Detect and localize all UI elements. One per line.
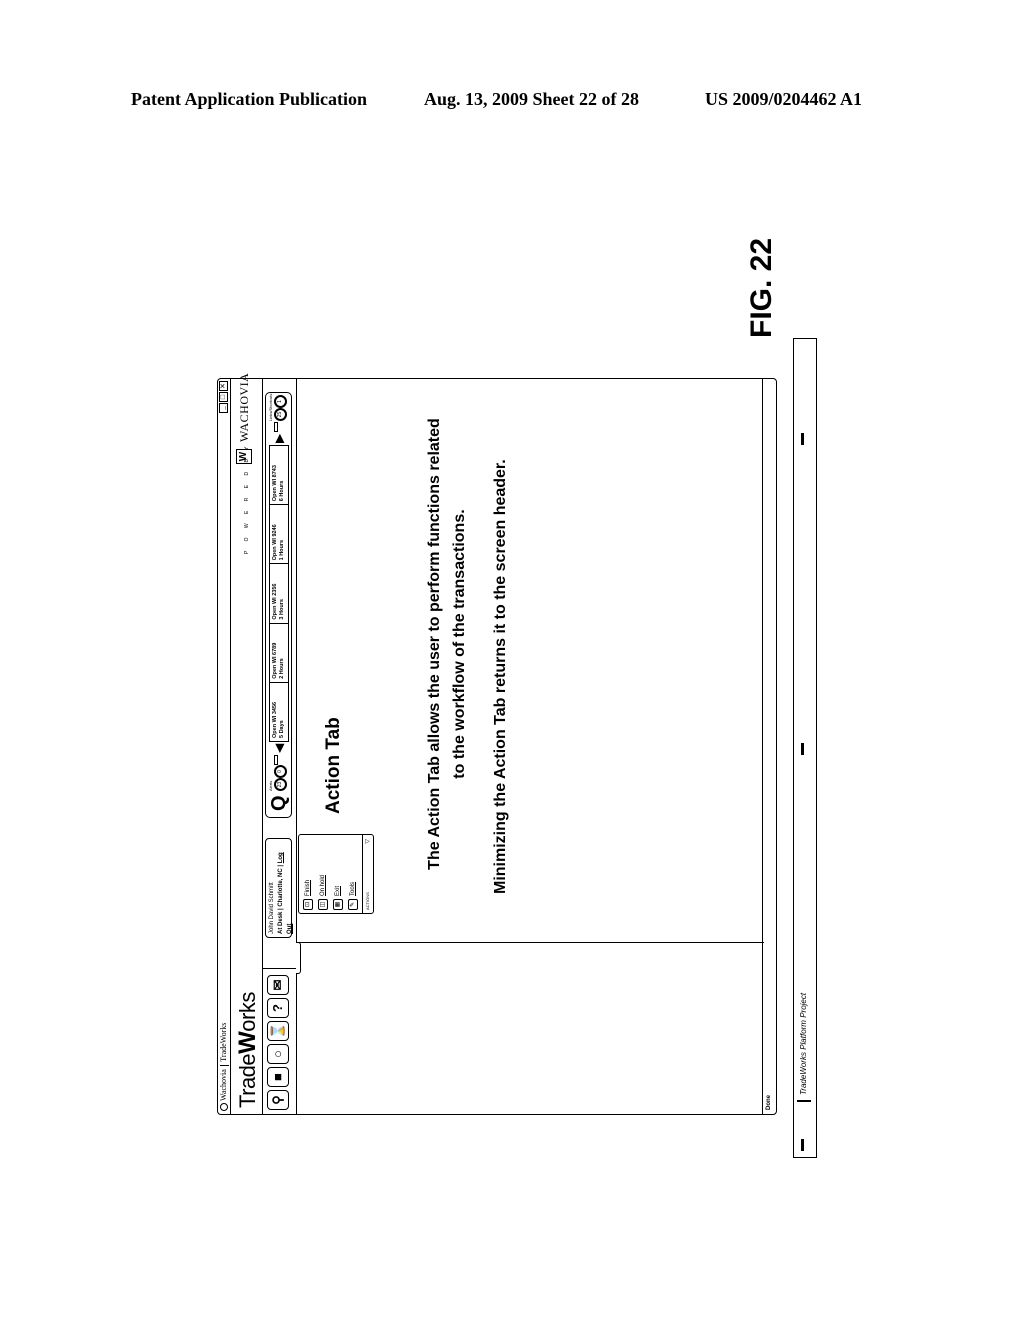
ticker-item-title: Open WI 2356 — [272, 583, 278, 620]
action-on-hold[interactable]: ◫ On hold — [318, 875, 328, 910]
ticker-item-age: 2 Hours — [279, 658, 285, 679]
close-button[interactable]: ✕ — [219, 381, 228, 391]
actions-tab-label: ACTIONS — [365, 892, 370, 910]
on-hold-icon: ◫ — [318, 899, 328, 910]
ticker-item-title: Open WI 8743 — [272, 465, 278, 502]
wachovia-logo-icon: W — [236, 449, 252, 464]
ticker-item[interactable]: Open WI 3456 5 Days — [270, 681, 288, 741]
ticker-item-age: 5 Days — [279, 720, 285, 738]
alerts-label: Alerts — [268, 780, 273, 791]
wachovia-wordmark: WACHOVIA — [237, 372, 251, 442]
content-description: The Action Tab allows the user to perfor… — [426, 418, 468, 870]
logo-trade: Trade — [235, 1053, 260, 1108]
ticker-item-age: 3 Hours — [279, 599, 285, 620]
ticker-scroll-handle[interactable] — [274, 422, 278, 432]
ticker-item-age: 1 Hours — [279, 539, 285, 561]
links-count-bubble[interactable]: 1 — [274, 395, 287, 408]
mail-button[interactable]: ✉ — [267, 975, 289, 995]
ticker-item[interactable]: Open WI 8743 6 Hours — [270, 446, 288, 504]
ticker-item-title: Open WI 9246 — [272, 524, 278, 561]
browser-tab-tradeworks[interactable]: TradeWorks — [218, 1023, 230, 1062]
links-label: Links/Shortcuts — [268, 393, 273, 421]
ticker-item-age: 6 Hours — [279, 480, 285, 502]
left-pane — [296, 942, 764, 1114]
ticker-right-arrow-icon[interactable]: ▶ — [272, 434, 286, 443]
search-tool-button[interactable]: ⚲ — [267, 1090, 289, 1110]
content-title: Action Tab — [323, 717, 344, 814]
tools-icon: ✎ — [348, 899, 358, 910]
user-name: John David Schmitt — [269, 882, 275, 934]
quick-bar: Q Alerts 23 0 ◀ Open WI 3456 5 Days Open … — [265, 392, 292, 818]
browser-tab-wachovia[interactable]: Wachovia — [218, 1069, 230, 1101]
finish-icon: ⊡ — [303, 899, 313, 910]
publication-type: Patent Application Publication — [131, 89, 368, 109]
footer-marker — [801, 433, 804, 445]
toolbar: ⚲ ■ ○ ⌛ ? ✉ John David Schmitt At Desk |… — [262, 379, 297, 1114]
tab-separator — [219, 1064, 229, 1067]
logo-w: W — [234, 1031, 261, 1054]
action-on-hold-label[interactable]: On hold — [320, 875, 326, 896]
action-panel: ⊡ Finish ◫ On hold ▦ Exit ✎ Tools ACTION… — [298, 834, 374, 914]
figure-label: FIG. 22 — [745, 237, 778, 338]
publication-date-sheet: Aug. 13, 2009 Sheet 22 of 28 — [424, 89, 639, 109]
quick-search-icon[interactable]: Q — [267, 795, 291, 811]
alerts-count-bubble[interactable]: 0 — [274, 765, 287, 778]
content-note: Minimizing the Action Tab returns it to … — [492, 459, 509, 894]
pane-tab-notch[interactable] — [296, 942, 301, 974]
ticker-item[interactable]: Open WI 9246 1 Hours — [270, 504, 288, 564]
work-item-ticker: Open WI 3456 5 Days Open WI 6789 2 Hours O… — [269, 445, 289, 742]
ticker-item-title: Open WI 3456 — [272, 701, 278, 738]
stop-tool-button[interactable]: ■ — [267, 1067, 289, 1087]
maximize-button[interactable]: □ — [219, 392, 228, 402]
publication-number: US 2009/0204462 A1 — [705, 89, 863, 109]
ticker-item[interactable]: Open WI 2356 3 Hours — [270, 563, 288, 623]
action-tools[interactable]: ✎ Tools — [348, 882, 358, 910]
footer-marker — [801, 1139, 804, 1151]
user-location: Charlotte, NC — [278, 868, 284, 907]
minimize-button[interactable]: _ — [219, 403, 228, 413]
main-content: ⊡ Finish ◫ On hold ▦ Exit ✎ Tools ACTION… — [296, 379, 764, 1114]
exit-icon: ▦ — [333, 899, 343, 910]
globe-icon — [220, 1103, 228, 1111]
toolbar-divider — [262, 968, 296, 969]
links-count-bubble[interactable]: 25 — [274, 408, 287, 421]
minimize-triangle-icon[interactable]: ▽ — [363, 839, 373, 844]
brand-header: TradeWorks P O W E R E D B Y W WACHOVIA — [230, 373, 263, 1114]
alerts-group[interactable]: Alerts 23 0 — [268, 761, 290, 791]
footer-separator — [797, 1100, 811, 1102]
help-button[interactable]: ? — [267, 998, 289, 1018]
alerts-count-bubble[interactable]: 23 — [274, 778, 287, 791]
user-status[interactable]: At Desk — [278, 912, 284, 934]
status-bar: Done — [762, 379, 776, 1114]
status-text: Done — [766, 1095, 772, 1110]
browser-window: Wachovia TradeWorks _ □ ✕ TradeWorks P O… — [217, 373, 777, 1115]
footer-bar: TradeWorks Platform Project — [793, 338, 817, 1158]
tradeworks-logo: TradeWorks — [234, 992, 262, 1108]
action-finish-label[interactable]: Finish — [305, 880, 311, 896]
action-panel-footer: ACTIONS ▽ — [362, 835, 373, 913]
action-tools-label[interactable]: Tools — [350, 882, 356, 896]
ticker-scroll-handle[interactable] — [274, 755, 278, 765]
action-finish[interactable]: ⊡ Finish — [303, 880, 313, 910]
footer-marker — [801, 743, 804, 755]
ticker-item-title: Open WI 6789 — [272, 642, 278, 679]
window-controls: _ □ ✕ — [219, 381, 228, 413]
action-exit[interactable]: ▦ Exit — [333, 886, 343, 910]
user-info-box: John David Schmitt At Desk | Charlotte, … — [265, 838, 293, 938]
circle-tool-button[interactable]: ○ — [267, 1044, 289, 1064]
links-group[interactable]: Links/Shortcuts 25 1 — [268, 391, 290, 421]
logo-orks: orks — [235, 992, 260, 1032]
footer-project-name: TradeWorks Platform Project — [799, 992, 808, 1095]
action-exit-label[interactable]: Exit — [335, 886, 341, 896]
hourglass-tool-button[interactable]: ⌛ — [267, 1021, 289, 1041]
ticker-left-arrow-icon[interactable]: ◀ — [272, 744, 286, 753]
ticker-item[interactable]: Open WI 6789 2 Hours — [270, 622, 288, 682]
